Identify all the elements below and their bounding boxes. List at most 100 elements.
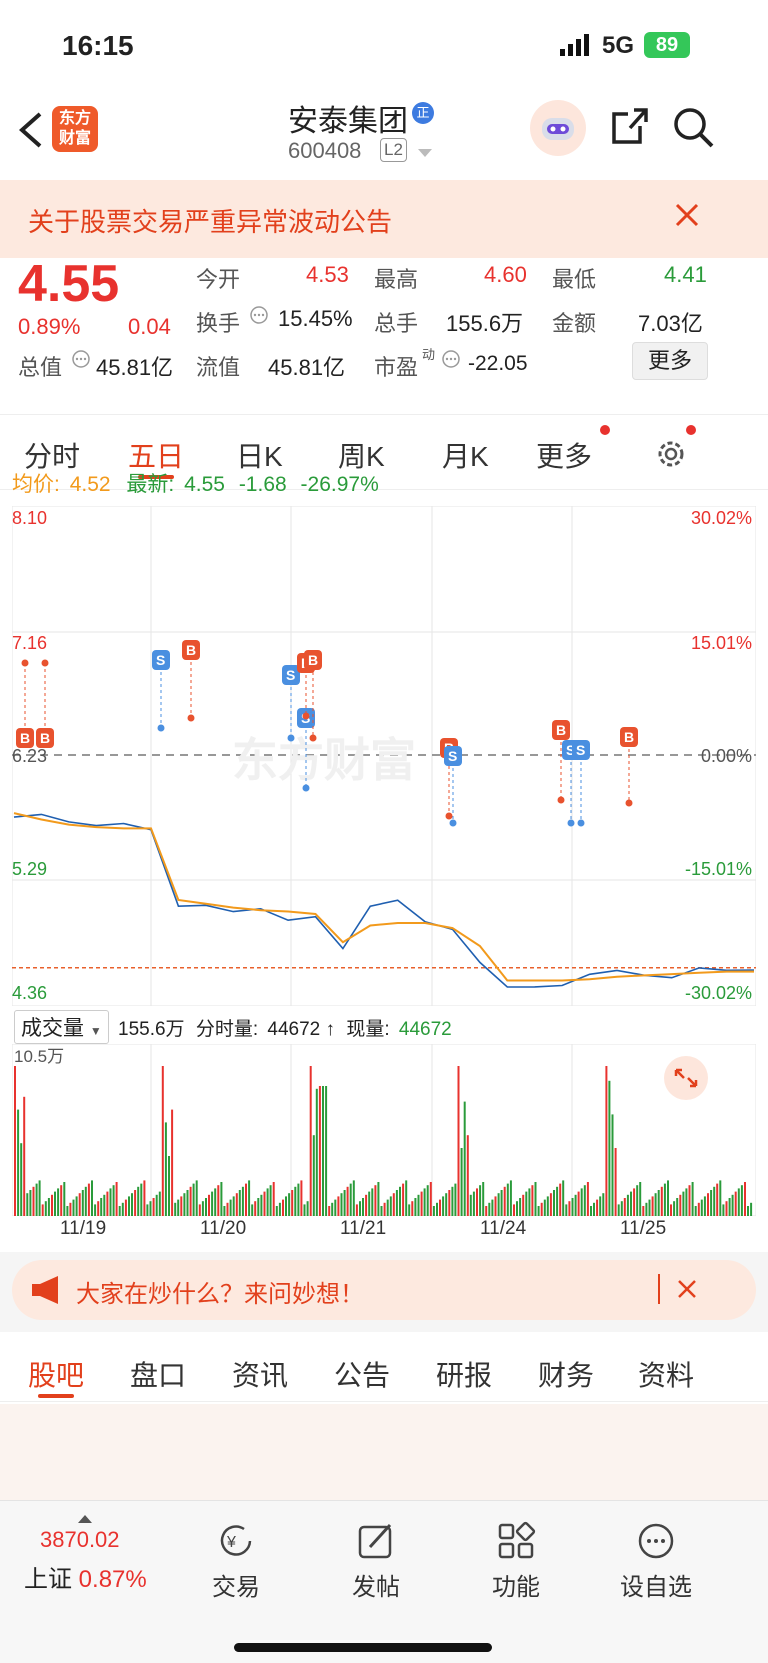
tab-pankou[interactable]: 盘口 xyxy=(130,1354,186,1394)
status-time: 16:15 xyxy=(62,30,134,61)
volume-bar xyxy=(525,1191,528,1216)
volume-bar xyxy=(522,1194,525,1216)
logo-text: 东方财富 xyxy=(58,110,91,147)
volume-value: 155.6万 xyxy=(446,311,524,336)
tab-guba[interactable]: 股吧 xyxy=(28,1354,84,1394)
svg-text:B: B xyxy=(624,729,634,745)
volume-bar xyxy=(297,1183,300,1216)
volume-bar xyxy=(660,1186,663,1216)
network-label: 5G xyxy=(602,32,635,59)
y-tick-left: 6.23 xyxy=(12,746,47,766)
volume-bar xyxy=(383,1202,386,1216)
volume-bar xyxy=(168,1156,170,1216)
indicator-selector[interactable]: 成交量 ▼ xyxy=(14,1010,109,1044)
volume-bar xyxy=(408,1204,411,1216)
price-chart[interactable]: 东方财富 BBSBSSBBBSBSSB 8.10 7.16 6.23 5.29 … xyxy=(12,506,756,1006)
volume-bar xyxy=(322,1086,324,1216)
expand-icon[interactable] xyxy=(664,1056,708,1100)
info-icon[interactable] xyxy=(250,306,268,329)
volume-bar xyxy=(377,1182,380,1216)
volume-bar xyxy=(682,1191,685,1216)
volume-bar xyxy=(423,1188,426,1216)
volume-bar xyxy=(118,1206,121,1216)
volume-bar xyxy=(291,1190,294,1216)
level-badge[interactable]: L2 xyxy=(380,138,407,162)
promo-text[interactable]: 大家在炒什么？来问妙想！ xyxy=(76,1274,364,1309)
tab-research[interactable]: 研报 xyxy=(436,1354,492,1394)
turnover-label: 换手 xyxy=(196,311,241,336)
volume-bar xyxy=(583,1185,586,1216)
volume-bar xyxy=(399,1186,401,1216)
close-icon[interactable] xyxy=(676,1278,698,1305)
volume-bar xyxy=(614,1148,617,1216)
info-icon[interactable] xyxy=(442,350,460,373)
volume-bar xyxy=(41,1204,44,1216)
volume-bar xyxy=(707,1193,709,1216)
volume-bar xyxy=(667,1180,669,1216)
current-volume: 44672 xyxy=(398,1019,452,1040)
volume-bar xyxy=(497,1193,500,1216)
announcement-banner[interactable]: 关于股票交易严重异常波动公告 xyxy=(0,180,768,258)
svg-text:S: S xyxy=(286,667,295,683)
volume-bar xyxy=(362,1198,364,1216)
volume-bar xyxy=(131,1193,133,1216)
mktcap-value: 45.81亿 xyxy=(96,355,174,380)
volume-bar xyxy=(586,1182,589,1216)
bottom-nav: 3870.02 上证 0.87% ¥ 交易 发帖 功能 设自选 xyxy=(0,1500,768,1663)
volume-bar xyxy=(269,1185,272,1216)
nav-add-watchlist[interactable]: 设自选 xyxy=(596,1521,716,1602)
x-tick: 11/24 xyxy=(480,1218,527,1239)
battery-icon: 89 xyxy=(644,32,690,58)
volume-bar xyxy=(180,1196,183,1216)
volume-bar xyxy=(630,1191,632,1216)
tab-finance[interactable]: 财务 xyxy=(538,1354,594,1394)
volume-bar xyxy=(734,1191,737,1216)
announcement-text[interactable]: 关于股票交易严重异常波动公告 xyxy=(28,202,392,239)
avg-value: 4.52 xyxy=(69,473,111,496)
volume-bar xyxy=(676,1198,679,1216)
svg-text:S: S xyxy=(448,748,457,764)
tab-announcements[interactable]: 公告 xyxy=(334,1354,390,1394)
y-tick-right: 15.01% xyxy=(691,633,752,653)
volume-total: 155.6万 xyxy=(118,1019,185,1040)
nav-trade[interactable]: ¥ 交易 xyxy=(176,1521,296,1602)
volume-chart[interactable]: 10.5万 xyxy=(12,1044,756,1216)
y-tick-right: 30.02% xyxy=(691,508,752,528)
nav-post[interactable]: 发帖 xyxy=(316,1521,436,1602)
volume-bar xyxy=(285,1196,287,1216)
assistant-avatar-icon[interactable] xyxy=(530,100,586,156)
content-tabs: 股吧 盘口 资讯 公告 研报 财务 资料 xyxy=(0,1332,768,1402)
info-icon[interactable] xyxy=(72,350,90,373)
volume-label: 总手 xyxy=(374,311,419,336)
volume-bar xyxy=(691,1182,694,1216)
volume-bar xyxy=(300,1180,303,1216)
volume-bar xyxy=(620,1201,623,1216)
close-icon[interactable] xyxy=(674,202,700,233)
back-icon[interactable] xyxy=(16,110,46,155)
volume-bar xyxy=(577,1191,580,1216)
volume-bar xyxy=(605,1066,608,1216)
volume-bar xyxy=(266,1188,269,1216)
index-ticker[interactable]: 3870.02 上证 0.87% xyxy=(16,1515,156,1594)
search-icon[interactable] xyxy=(672,106,716,155)
index-percent: 0.87% xyxy=(78,1566,147,1593)
volume-bar xyxy=(143,1180,146,1216)
nav-functions[interactable]: 功能 xyxy=(456,1521,576,1602)
more-button[interactable]: 更多 xyxy=(632,342,708,380)
volume-bar xyxy=(97,1201,100,1216)
x-tick: 11/25 xyxy=(620,1218,667,1239)
volume-bar xyxy=(155,1194,158,1216)
volume-bar xyxy=(257,1198,260,1216)
promo-banner[interactable]: 大家在炒什么？来问妙想！ xyxy=(12,1260,756,1320)
period-volume-label: 分时量: xyxy=(195,1019,259,1040)
dropdown-icon[interactable] xyxy=(418,146,432,164)
volume-bar xyxy=(534,1182,537,1216)
volume-bar xyxy=(260,1194,263,1216)
volume-bar xyxy=(402,1183,405,1216)
share-icon[interactable] xyxy=(610,106,650,153)
volume-bar xyxy=(750,1202,753,1216)
volume-bar xyxy=(374,1185,377,1216)
tab-profile[interactable]: 资料 xyxy=(638,1354,694,1394)
tab-news[interactable]: 资讯 xyxy=(232,1354,288,1394)
more-circle-icon xyxy=(638,1523,674,1559)
